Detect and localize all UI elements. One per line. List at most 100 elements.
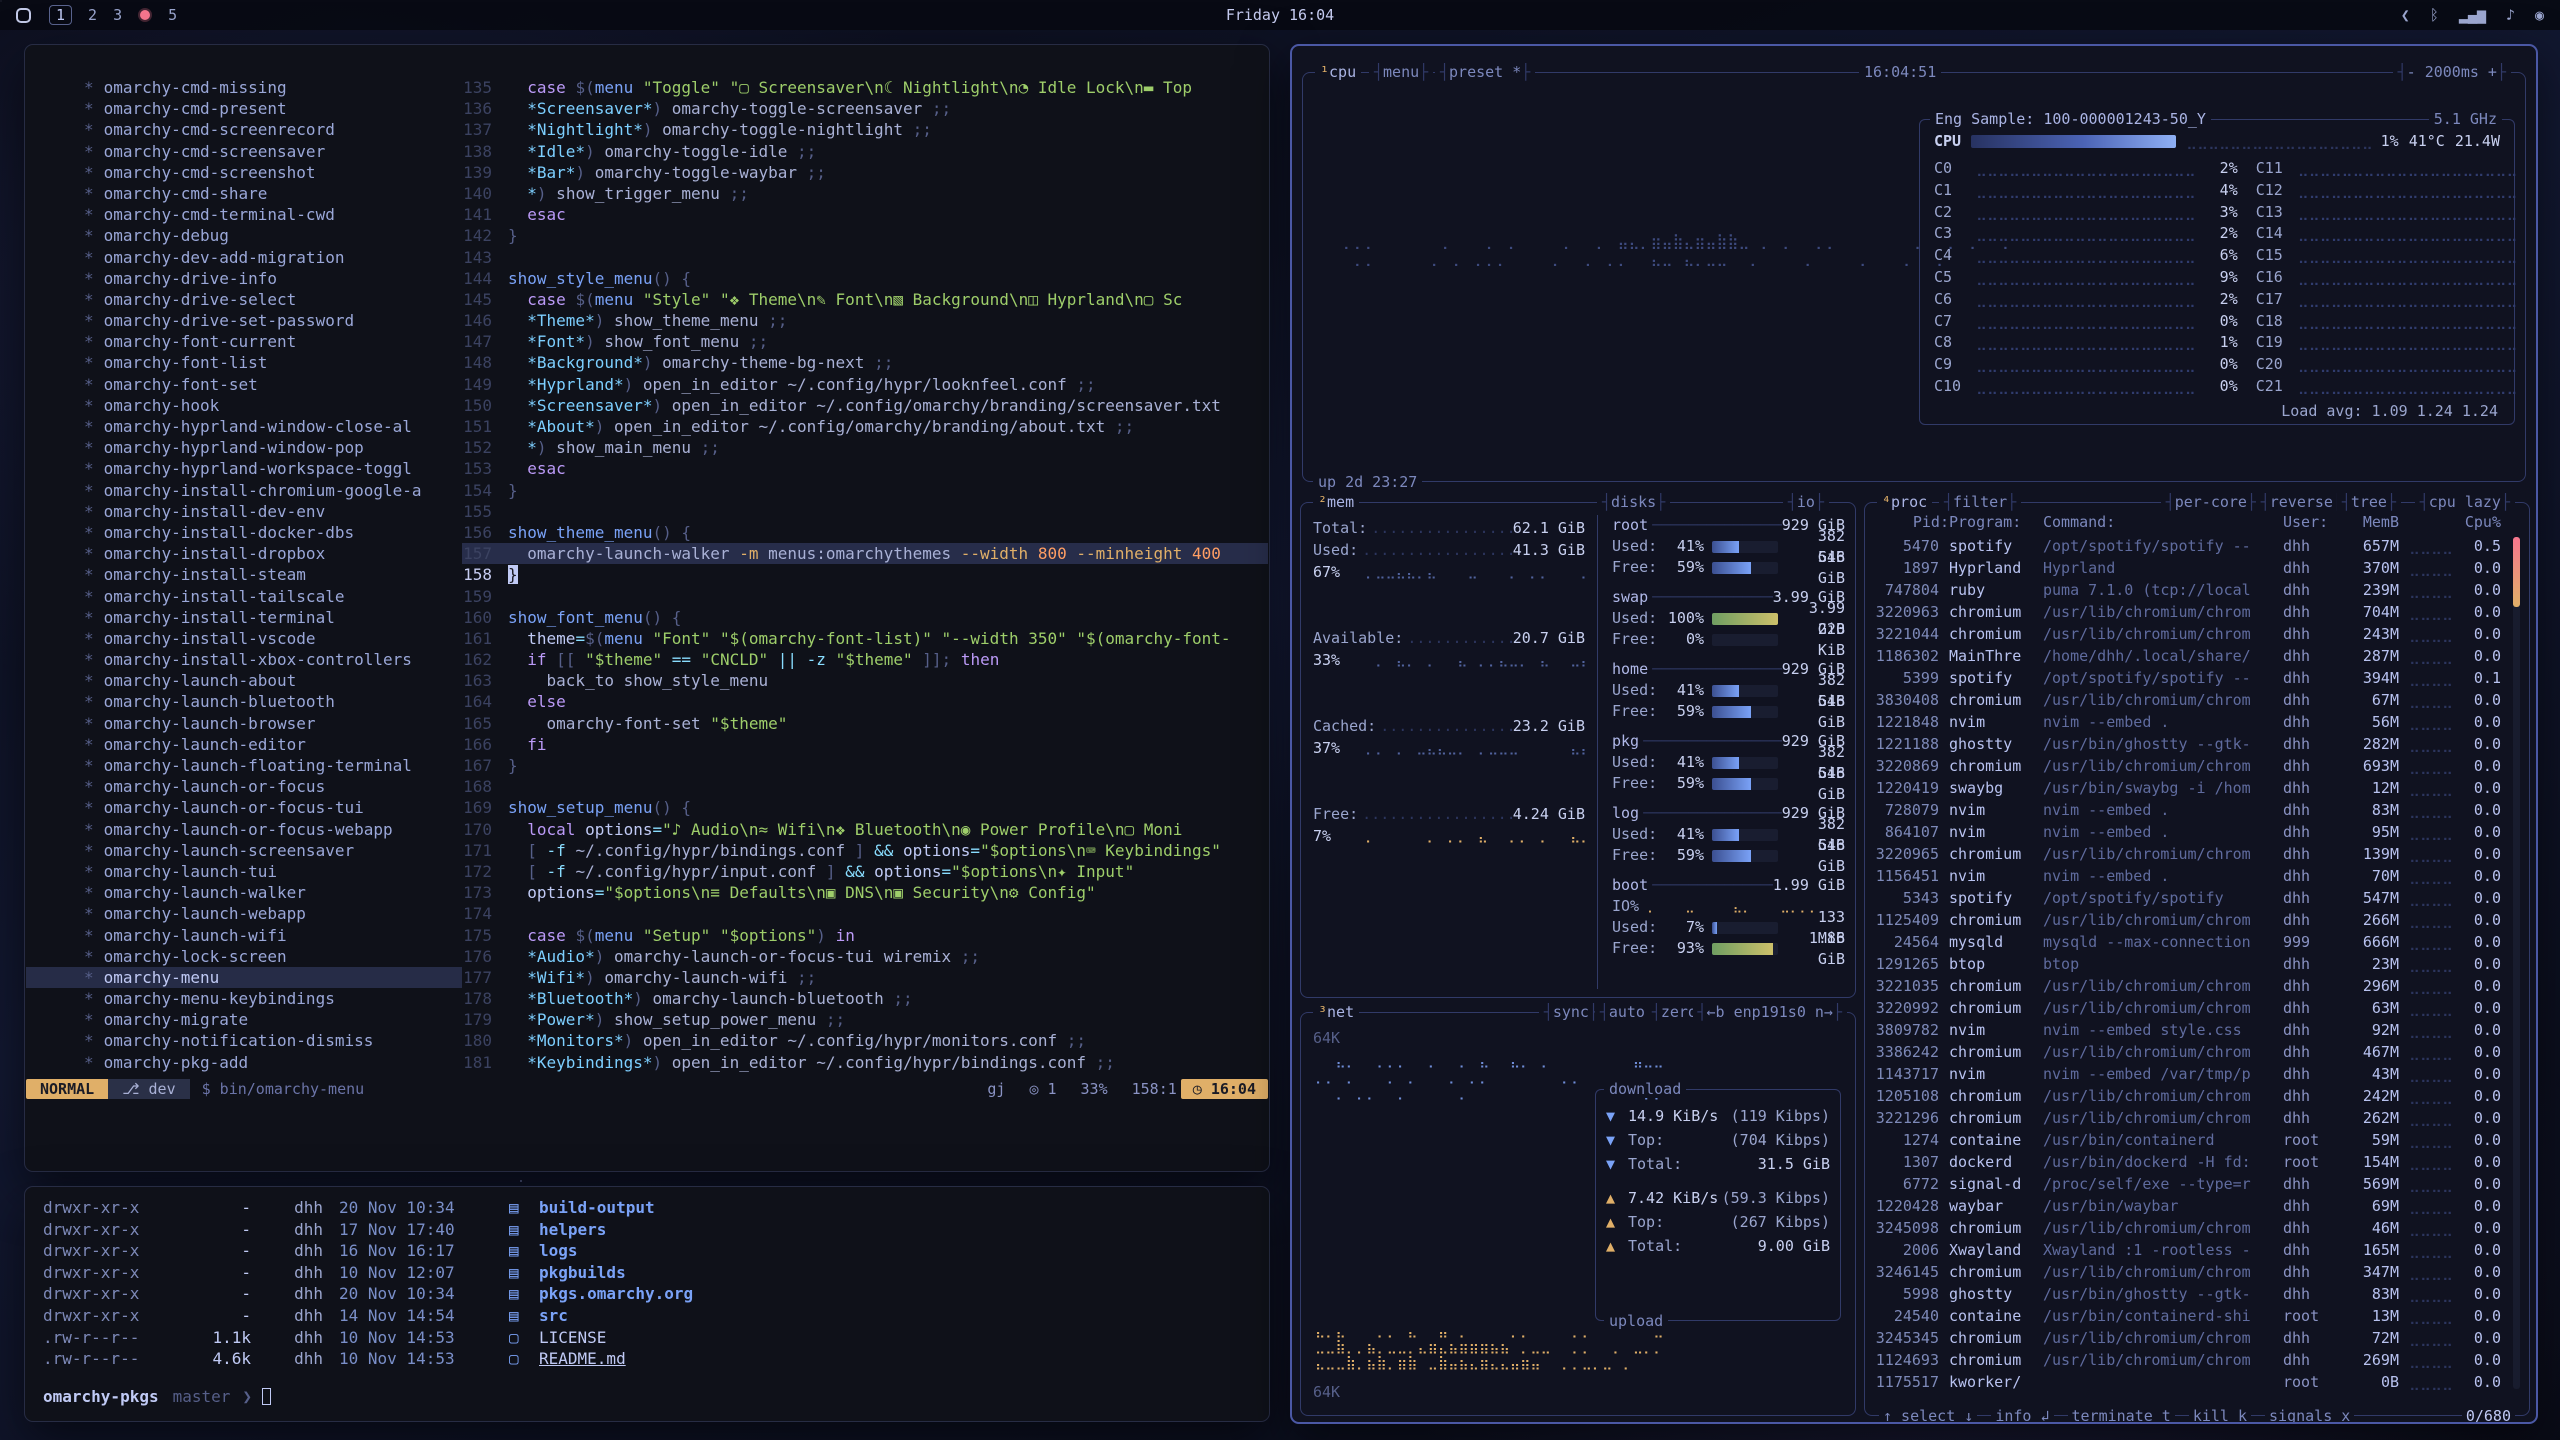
code-line[interactable]: 170 local options="♪ Audio\n≈ Wifi\n❖ Bl… bbox=[462, 819, 1268, 840]
menu-button[interactable]: menu bbox=[1369, 63, 1433, 81]
file-list-item[interactable]: *omarchy-install-tailscale bbox=[26, 586, 462, 607]
process-row[interactable]: 1897HyprlandHyprlanddhh370M⣀⣀⣀⣀⣀0.0 bbox=[1875, 557, 2501, 579]
code-line[interactable]: 177 *Wifi*) omarchy-launch-wifi ;; bbox=[462, 967, 1268, 988]
process-row[interactable]: 1125409chromium/usr/lib/chromium/chromdh… bbox=[1875, 909, 2501, 931]
terminate-button[interactable]: terminate t bbox=[2068, 1407, 2175, 1424]
process-row[interactable]: 1156451nvimnvim --embed .dhh70M⣀⣀⣀⣀⣀0.0 bbox=[1875, 865, 2501, 887]
header-command[interactable]: Command: bbox=[2043, 511, 2283, 533]
code-line[interactable]: 141 esac bbox=[462, 204, 1268, 225]
process-row[interactable]: 1220419swaybg/usr/bin/swaybg -i /homdhh1… bbox=[1875, 777, 2501, 799]
header-cpu[interactable]: Cpu% bbox=[2455, 511, 2501, 533]
volume-icon[interactable]: ♪ bbox=[2506, 6, 2515, 24]
process-row[interactable]: 5399spotify/opt/spotify/spotify --dhh394… bbox=[1875, 667, 2501, 689]
file-list-item[interactable]: *omarchy-hyprland-window-pop bbox=[26, 437, 462, 458]
code-line[interactable]: 172 [ -f ~/.config/hypr/input.conf ] && … bbox=[462, 861, 1268, 882]
file-list-item[interactable]: *omarchy-launch-tui bbox=[26, 861, 462, 882]
code-line[interactable]: 143 bbox=[462, 247, 1268, 268]
process-row[interactable]: 747804rubypuma 7.1.0 (tcp://localdhh239M… bbox=[1875, 579, 2501, 601]
code-line[interactable]: 136 *Screensaver*) omarchy-toggle-screen… bbox=[462, 98, 1268, 119]
process-row[interactable]: 3221044chromium/usr/lib/chromium/chromdh… bbox=[1875, 623, 2501, 645]
process-row[interactable]: 2006XwaylandXwayland :1 -rootless -dhh16… bbox=[1875, 1239, 2501, 1261]
update-interval-control[interactable]: - 2000ms + bbox=[2393, 63, 2511, 81]
code-line[interactable]: 139 *Bar*) omarchy-toggle-waybar ;; bbox=[462, 162, 1268, 183]
process-row[interactable]: 5343spotify/opt/spotify/spotifydhh547M⣀⣀… bbox=[1875, 887, 2501, 909]
process-scrollbar-track[interactable] bbox=[2513, 537, 2520, 1389]
file-list-item[interactable]: *omarchy-launch-walker bbox=[26, 882, 462, 903]
process-row[interactable]: 1175517kworker/root0B⣀⣀⣀⣀⣀0.0 bbox=[1875, 1371, 2501, 1393]
process-row[interactable]: 3221296chromium/usr/lib/chromium/chromdh… bbox=[1875, 1107, 2501, 1129]
process-row[interactable]: 864107nvimnvim --embed .dhh95M⣀⣀⣀⣀⣀0.0 bbox=[1875, 821, 2501, 843]
process-row[interactable]: 1186302MainThre/home/dhh/.local/share/dh… bbox=[1875, 645, 2501, 667]
process-scrollbar-thumb[interactable] bbox=[2513, 537, 2520, 607]
chevron-left-icon[interactable]: ❮ bbox=[2401, 6, 2410, 24]
code-line[interactable]: 171 [ -f ~/.config/hypr/bindings.conf ] … bbox=[462, 840, 1268, 861]
file-list-item[interactable]: *omarchy-launch-or-focus bbox=[26, 776, 462, 797]
file-list-item[interactable]: *omarchy-launch-wifi bbox=[26, 925, 462, 946]
code-line[interactable]: 168 bbox=[462, 776, 1268, 797]
process-row[interactable]: 1221188ghostty/usr/bin/ghostty --gtk-dhh… bbox=[1875, 733, 2501, 755]
process-row[interactable]: 3221035chromium/usr/lib/chromium/chromdh… bbox=[1875, 975, 2501, 997]
process-row[interactable]: 1291265btopbtopdhh23M⣀⣀⣀⣀⣀0.0 bbox=[1875, 953, 2501, 975]
code-line[interactable]: 153 esac bbox=[462, 458, 1268, 479]
file-list-item[interactable]: *omarchy-install-terminal bbox=[26, 607, 462, 628]
process-row[interactable]: 3220992chromium/usr/lib/chromium/chromdh… bbox=[1875, 997, 2501, 1019]
file-list-item[interactable]: *omarchy-dev-add-migration bbox=[26, 247, 462, 268]
file-list-item[interactable]: *omarchy-install-dropbox bbox=[26, 543, 462, 564]
file-list-item[interactable]: *omarchy-hyprland-window-close-al bbox=[26, 416, 462, 437]
file-list-item[interactable]: *omarchy-pkg-add bbox=[26, 1052, 462, 1073]
signals-button[interactable]: signals x bbox=[2265, 1407, 2354, 1424]
process-row[interactable]: 3220965chromium/usr/lib/chromium/chromdh… bbox=[1875, 843, 2501, 865]
process-row[interactable]: 3245098chromium/usr/lib/chromium/chromdh… bbox=[1875, 1217, 2501, 1239]
process-row[interactable]: 1143717nvimnvim --embed /var/tmp/pdhh43M… bbox=[1875, 1063, 2501, 1085]
process-row[interactable]: 24564mysqldmysqld --max-connection999666… bbox=[1875, 931, 2501, 953]
disks-toggle[interactable]: disks bbox=[1597, 493, 1670, 511]
file-list-item[interactable]: *omarchy-drive-info bbox=[26, 268, 462, 289]
process-row[interactable]: 3220963chromium/usr/lib/chromium/chromdh… bbox=[1875, 601, 2501, 623]
code-line[interactable]: 173 options="$options\n≡ Defaults\n▣ DNS… bbox=[462, 882, 1268, 903]
file-list-item[interactable]: *omarchy-migrate bbox=[26, 1009, 462, 1030]
code-line[interactable]: 176 *Audio*) omarchy-launch-or-focus-tui… bbox=[462, 946, 1268, 967]
net-interface-selector[interactable]: ←b enp191s0 n→ bbox=[1693, 1003, 1848, 1021]
file-list-item[interactable]: *omarchy-install-chromium-google-a bbox=[26, 480, 462, 501]
file-list-item[interactable]: *omarchy-cmd-screenrecord bbox=[26, 119, 462, 140]
code-line[interactable]: 145 case $(menu "Style" "❖ Theme\n✎ Font… bbox=[462, 289, 1268, 310]
code-line[interactable]: 151 *About*) open_in_editor ~/.config/om… bbox=[462, 416, 1268, 437]
header-user[interactable]: User: bbox=[2283, 511, 2339, 533]
code-line[interactable]: 174 bbox=[462, 903, 1268, 924]
code-line[interactable]: 169show_setup_menu() { bbox=[462, 797, 1268, 818]
process-row[interactable]: 1274containe/usr/bin/containerdroot59M⣀⣀… bbox=[1875, 1129, 2501, 1151]
process-row[interactable]: 3245345chromium/usr/lib/chromium/chromdh… bbox=[1875, 1327, 2501, 1349]
file-list-item[interactable]: *omarchy-font-set bbox=[26, 374, 462, 395]
code-line[interactable]: 162 if [[ "$theme" == "CNCLD" || -z "$th… bbox=[462, 649, 1268, 670]
reverse-toggle[interactable]: reverse bbox=[2256, 493, 2347, 511]
process-row[interactable]: 6772signal-d/proc/self/exe --type=rdhh56… bbox=[1875, 1173, 2501, 1195]
code-line[interactable]: 181 *Keybindings*) open_in_editor ~/.con… bbox=[462, 1052, 1268, 1073]
file-list-item[interactable]: *omarchy-cmd-missing bbox=[26, 77, 462, 98]
process-row[interactable]: 3830408chromium/usr/lib/chromium/chromdh… bbox=[1875, 689, 2501, 711]
process-row[interactable]: 24540containe/usr/bin/containerd-shiroot… bbox=[1875, 1305, 2501, 1327]
code-line[interactable]: 167} bbox=[462, 755, 1268, 776]
process-row[interactable]: 5998ghostty/usr/bin/ghostty --gtk-dhh83M… bbox=[1875, 1283, 2501, 1305]
code-line[interactable]: 149 *Hyprland*) open_in_editor ~/.config… bbox=[462, 374, 1268, 395]
process-row[interactable]: 1124693chromium/usr/lib/chromium/chromdh… bbox=[1875, 1349, 2501, 1371]
code-line[interactable]: 154} bbox=[462, 480, 1268, 501]
shell-prompt[interactable]: omarchy-pkgs master ❯ bbox=[43, 1386, 1269, 1408]
code-line[interactable]: 138 *Idle*) omarchy-toggle-idle ;; bbox=[462, 141, 1268, 162]
code-line[interactable]: 137 *Nightlight*) omarchy-toggle-nightli… bbox=[462, 119, 1268, 140]
code-line[interactable]: 160show_font_menu() { bbox=[462, 607, 1268, 628]
code-line[interactable]: 135 case $(menu "Toggle" "▢ Screensaver\… bbox=[462, 77, 1268, 98]
file-list-item[interactable]: *omarchy-menu-keybindings bbox=[26, 988, 462, 1009]
process-row[interactable]: 3220869chromium/usr/lib/chromium/chromdh… bbox=[1875, 755, 2501, 777]
file-list-item[interactable]: *omarchy-font-current bbox=[26, 331, 462, 352]
code-line[interactable]: 178 *Bluetooth*) omarchy-launch-bluetoot… bbox=[462, 988, 1268, 1009]
file-list-item[interactable]: *omarchy-install-xbox-controllers bbox=[26, 649, 462, 670]
process-row[interactable]: 5470spotify/opt/spotify/spotify --dhh657… bbox=[1875, 535, 2501, 557]
code-line[interactable]: 159 bbox=[462, 586, 1268, 607]
header-pid[interactable]: Pid: bbox=[1875, 511, 1949, 533]
process-row[interactable]: 728079nvimnvim --embed .dhh83M⣀⣀⣀⣀⣀0.0 bbox=[1875, 799, 2501, 821]
process-row[interactable]: 3246145chromium/usr/lib/chromium/chromdh… bbox=[1875, 1261, 2501, 1283]
code-line[interactable]: 146 *Theme*) show_theme_menu ;; bbox=[462, 310, 1268, 331]
bluetooth-icon[interactable]: ᛒ bbox=[2430, 6, 2439, 24]
code-line[interactable]: 157 omarchy-launch-walker -m menus:omarc… bbox=[462, 543, 1268, 564]
file-list-item[interactable]: *omarchy-launch-editor bbox=[26, 734, 462, 755]
